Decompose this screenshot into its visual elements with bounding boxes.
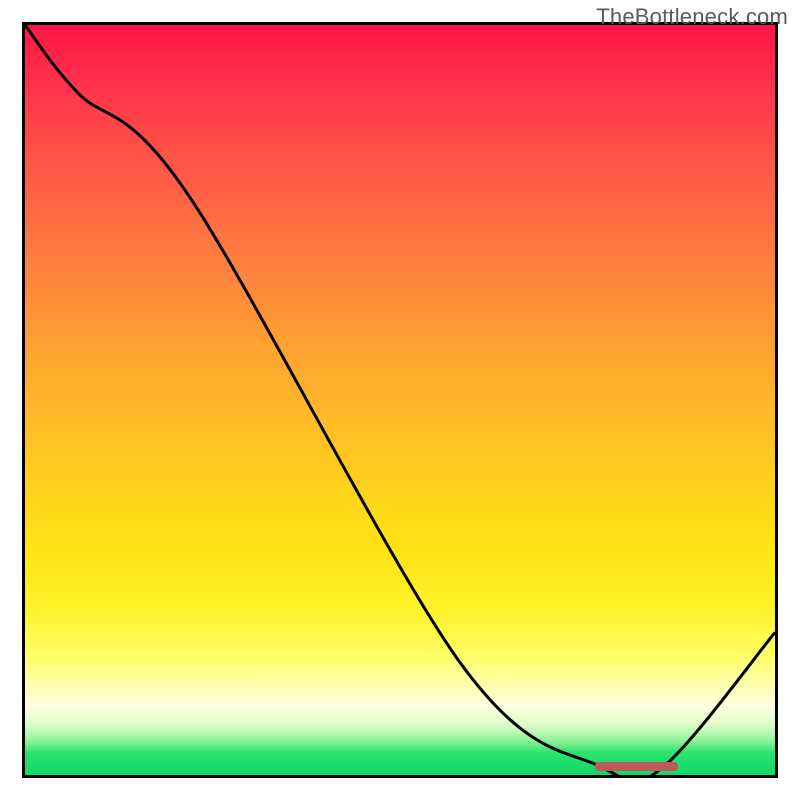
chart-root: TheBottleneck.com <box>0 0 800 800</box>
watermark-text: TheBottleneck.com <box>596 4 788 30</box>
plot-area <box>22 22 778 778</box>
line-series <box>25 25 775 775</box>
series-path <box>25 25 775 775</box>
minimum-marker <box>595 762 678 771</box>
